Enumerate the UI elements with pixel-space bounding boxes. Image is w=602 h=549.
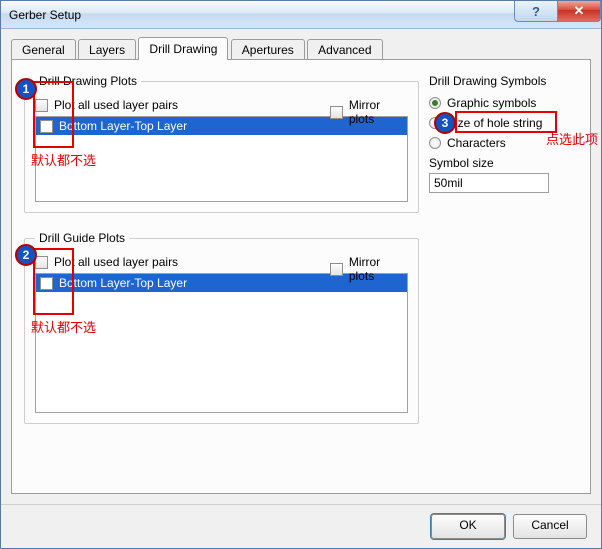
plot-all-layer-pairs-checkbox-1[interactable] <box>35 99 48 112</box>
mirror-plots-label-1: Mirror plots <box>349 98 408 126</box>
layer-pair-checkbox-2[interactable] <box>40 277 53 290</box>
close-button[interactable]: ✕ <box>557 1 601 22</box>
dialog-body: General Layers Drill Drawing Apertures A… <box>1 29 601 504</box>
annotation-note-click: 点选此项 <box>546 129 598 148</box>
dialog-window: Gerber Setup ? ✕ General Layers Drill Dr… <box>0 0 602 549</box>
annotation-note-default-1: 默认都不选 <box>31 150 96 169</box>
mirror-plots-checkbox-2[interactable] <box>330 263 343 276</box>
plot-all-layer-pairs-label-2: Plot all used layer pairs <box>54 255 178 269</box>
annotation-badge-1: 1 <box>15 78 37 100</box>
window-control-buttons: ? ✕ <box>515 1 601 22</box>
tab-drill-drawing[interactable]: Drill Drawing <box>138 37 228 60</box>
cancel-button[interactable]: Cancel <box>513 514 587 539</box>
mirror-plots-checkbox-1[interactable] <box>330 106 343 119</box>
client-area: General Layers Drill Drawing Apertures A… <box>1 29 601 548</box>
drill-drawing-plots-legend: Drill Drawing Plots <box>35 74 141 88</box>
drill-drawing-row: Drill Drawing Plots Plot all used layer … <box>24 74 578 213</box>
annotation-badge-2: 2 <box>15 244 37 266</box>
tab-advanced[interactable]: Advanced <box>307 39 382 61</box>
symbol-size-label: Symbol size <box>429 156 578 170</box>
symbol-size-input[interactable] <box>429 173 549 193</box>
annotation-note-default-2: 默认都不选 <box>31 317 96 336</box>
tab-general[interactable]: General <box>11 39 76 61</box>
radio-characters-label: Characters <box>447 136 506 150</box>
radio-hole-string-label: Size of hole string <box>447 116 542 130</box>
mirror-plots-label-2: Mirror plots <box>349 255 408 283</box>
help-button[interactable]: ? <box>514 1 558 22</box>
drill-drawing-symbols-legend: Drill Drawing Symbols <box>429 74 578 88</box>
drill-guide-layer-list[interactable]: Bottom Layer-Top Layer <box>35 273 408 413</box>
drill-drawing-plots-group: Drill Drawing Plots Plot all used layer … <box>24 74 419 213</box>
title-bar: Gerber Setup ? ✕ <box>1 1 601 29</box>
layer-pair-label-2: Bottom Layer-Top Layer <box>59 276 187 290</box>
ok-button[interactable]: OK <box>431 514 505 539</box>
radio-graphic-symbols-label: Graphic symbols <box>447 96 536 110</box>
radio-characters[interactable] <box>429 137 441 149</box>
layer-pair-checkbox-1[interactable] <box>40 120 53 133</box>
annotation-badge-3: 3 <box>434 112 456 134</box>
tab-layers[interactable]: Layers <box>78 39 136 61</box>
plot-all-layer-pairs-label-1: Plot all used layer pairs <box>54 98 178 112</box>
dialog-footer: OK Cancel <box>1 504 601 548</box>
window-title: Gerber Setup <box>9 8 81 22</box>
tab-apertures[interactable]: Apertures <box>231 39 305 61</box>
radio-graphic-symbols[interactable] <box>429 97 441 109</box>
tab-strip: General Layers Drill Drawing Apertures A… <box>11 37 591 59</box>
tab-panel-drill-drawing: Drill Drawing Plots Plot all used layer … <box>11 59 591 494</box>
plot-all-layer-pairs-checkbox-2[interactable] <box>35 256 48 269</box>
layer-pair-label-1: Bottom Layer-Top Layer <box>59 119 187 133</box>
drill-guide-plots-legend: Drill Guide Plots <box>35 231 129 245</box>
